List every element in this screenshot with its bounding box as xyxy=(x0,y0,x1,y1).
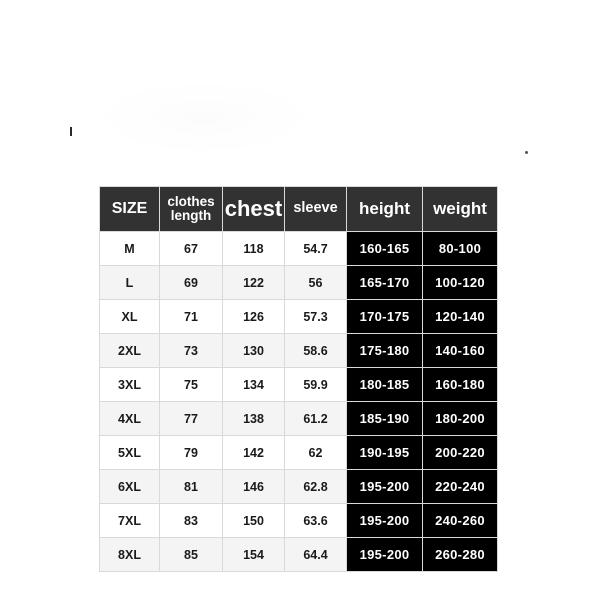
cell-weight: 220-240 xyxy=(422,469,498,504)
column-header-clothes-line1: clothes xyxy=(167,193,215,209)
cell-size: 2XL xyxy=(99,333,160,368)
cell-clothes_length: 85 xyxy=(159,537,223,572)
upper-blank-area xyxy=(0,12,600,202)
artifact-speck-right xyxy=(525,151,528,154)
cell-chest: 150 xyxy=(222,503,285,538)
table-row: 7XL 83 150 63.6 195-200 240-260 xyxy=(99,503,498,538)
size-chart-container: SIZE clothes length chest sleeve height w… xyxy=(99,186,498,572)
cell-sleeve: 54.7 xyxy=(284,231,347,266)
table-row: XL 71 126 57.3 170-175 120-140 xyxy=(99,299,498,334)
cell-size: L xyxy=(99,265,160,300)
cell-height: 175-180 xyxy=(346,333,423,368)
artifact-speck-left xyxy=(70,127,72,136)
cell-size: 5XL xyxy=(99,435,160,470)
cell-chest: 122 xyxy=(222,265,285,300)
cell-weight: 260-280 xyxy=(422,537,498,572)
table-row: L 69 122 56 165-170 100-120 xyxy=(99,265,498,300)
cell-weight: 120-140 xyxy=(422,299,498,334)
cell-size: 3XL xyxy=(99,367,160,402)
cell-chest: 130 xyxy=(222,333,285,368)
cell-sleeve: 63.6 xyxy=(284,503,347,538)
cell-sleeve: 57.3 xyxy=(284,299,347,334)
cell-chest: 146 xyxy=(222,469,285,504)
table-row: M 67 118 54.7 160-165 80-100 xyxy=(99,231,498,266)
cell-sleeve: 59.9 xyxy=(284,367,347,402)
cell-height: 160-165 xyxy=(346,231,423,266)
cell-clothes_length: 77 xyxy=(159,401,223,436)
table-row: 8XL 85 154 64.4 195-200 260-280 xyxy=(99,537,498,572)
cell-clothes_length: 83 xyxy=(159,503,223,538)
table-row: 4XL 77 138 61.2 185-190 180-200 xyxy=(99,401,498,436)
cell-sleeve: 61.2 xyxy=(284,401,347,436)
cell-chest: 154 xyxy=(222,537,285,572)
size-chart-header: SIZE clothes length chest sleeve height w… xyxy=(99,186,498,232)
cell-clothes_length: 75 xyxy=(159,367,223,402)
cell-weight: 240-260 xyxy=(422,503,498,538)
column-header-weight: weight xyxy=(422,186,498,232)
cell-clothes_length: 71 xyxy=(159,299,223,334)
cell-clothes_length: 81 xyxy=(159,469,223,504)
column-header-clothes-length: clothes length xyxy=(159,186,223,232)
cell-height: 195-200 xyxy=(346,537,423,572)
cell-weight: 100-120 xyxy=(422,265,498,300)
cell-chest: 134 xyxy=(222,367,285,402)
cell-height: 195-200 xyxy=(346,503,423,538)
column-header-height: height xyxy=(346,186,423,232)
cell-size: XL xyxy=(99,299,160,334)
cell-chest: 142 xyxy=(222,435,285,470)
cell-height: 165-170 xyxy=(346,265,423,300)
cell-height: 195-200 xyxy=(346,469,423,504)
table-row: 3XL 75 134 59.9 180-185 160-180 xyxy=(99,367,498,402)
cell-sleeve: 64.4 xyxy=(284,537,347,572)
cell-size: M xyxy=(99,231,160,266)
size-chart-body: M 67 118 54.7 160-165 80-100 L 69 122 56 165-170 10… xyxy=(99,231,498,572)
cell-size: 7XL xyxy=(99,503,160,538)
cell-clothes_length: 67 xyxy=(159,231,223,266)
cell-clothes_length: 69 xyxy=(159,265,223,300)
cell-weight: 200-220 xyxy=(422,435,498,470)
cell-sleeve: 62 xyxy=(284,435,347,470)
cell-chest: 118 xyxy=(222,231,285,266)
cell-size: 4XL xyxy=(99,401,160,436)
cell-weight: 160-180 xyxy=(422,367,498,402)
cell-chest: 138 xyxy=(222,401,285,436)
column-header-size: SIZE xyxy=(99,186,160,232)
table-row: 6XL 81 146 62.8 195-200 220-240 xyxy=(99,469,498,504)
cell-height: 190-195 xyxy=(346,435,423,470)
cell-sleeve: 56 xyxy=(284,265,347,300)
cell-clothes_length: 73 xyxy=(159,333,223,368)
column-header-chest: chest xyxy=(222,186,285,232)
column-header-clothes-line2: length xyxy=(170,208,212,223)
table-row: 5XL 79 142 62 190-195 200-220 xyxy=(99,435,498,470)
clothing-size-chart-table: SIZE clothes length chest sleeve height w… xyxy=(99,186,498,572)
cell-clothes_length: 79 xyxy=(159,435,223,470)
cell-chest: 126 xyxy=(222,299,285,334)
header-row: SIZE clothes length chest sleeve height w… xyxy=(99,186,498,232)
cell-size: 6XL xyxy=(99,469,160,504)
cell-weight: 140-160 xyxy=(422,333,498,368)
top-artifact-text: · · · · · · · · · · · · · xyxy=(240,1,360,11)
cell-weight: 180-200 xyxy=(422,401,498,436)
cell-height: 185-190 xyxy=(346,401,423,436)
cell-sleeve: 62.8 xyxy=(284,469,347,504)
cell-sleeve: 58.6 xyxy=(284,333,347,368)
faint-watermark xyxy=(60,72,540,202)
cell-height: 170-175 xyxy=(346,299,423,334)
column-header-sleeve: sleeve xyxy=(284,186,347,232)
cell-weight: 80-100 xyxy=(422,231,498,266)
cell-size: 8XL xyxy=(99,537,160,572)
cell-height: 180-185 xyxy=(346,367,423,402)
table-row: 2XL 73 130 58.6 175-180 140-160 xyxy=(99,333,498,368)
